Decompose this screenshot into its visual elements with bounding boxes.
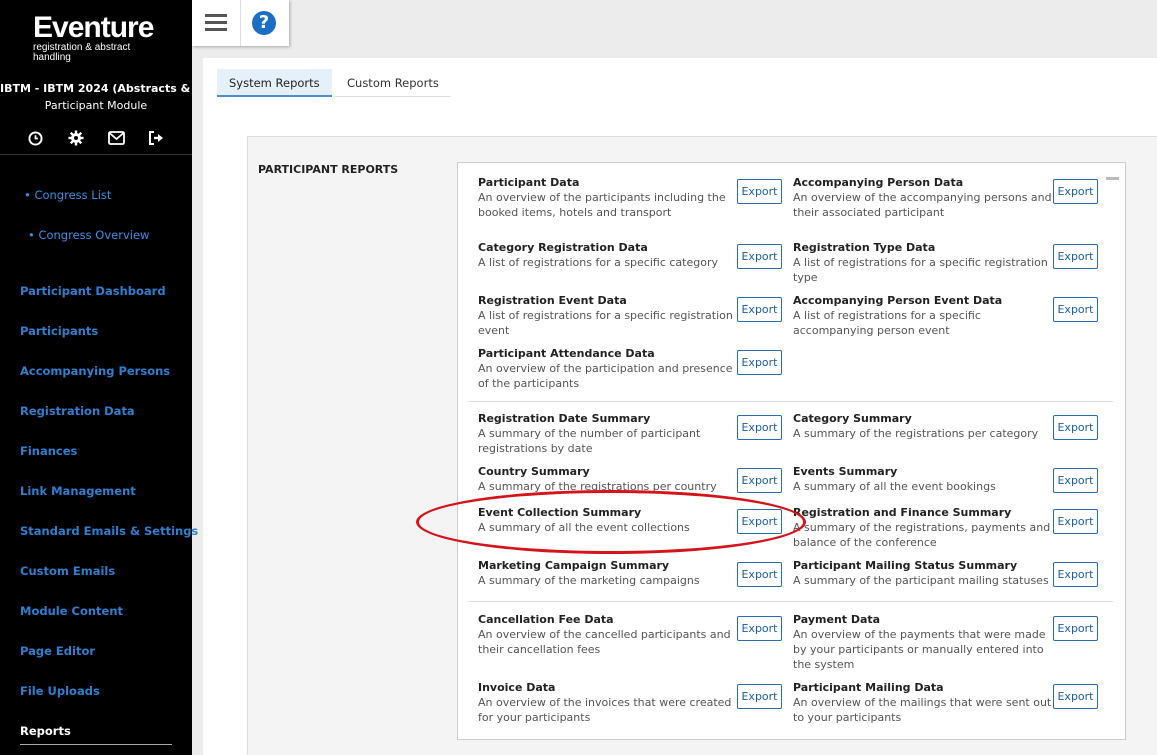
export-button[interactable]: Export [1053, 415, 1098, 440]
module-name: Participant Module [44, 99, 148, 112]
report-description: A list of registrations for a specific c… [478, 256, 718, 269]
logout-icon[interactable] [146, 128, 166, 148]
sidebar-link-custom-emails[interactable]: Custom Emails [20, 564, 115, 578]
sidebar-link-registration-data[interactable]: Registration Data [20, 404, 135, 418]
clock-icon[interactable] [25, 128, 45, 148]
section-title: PARTICIPANT REPORTS [258, 163, 399, 176]
logo[interactable]: Eventure registration & abstract handlin… [33, 12, 163, 63]
sidebar-link-participants[interactable]: Participants [20, 324, 98, 338]
active-link-underline [20, 744, 172, 745]
group-separator [469, 601, 1113, 602]
help-icon[interactable]: ? [252, 11, 276, 35]
report-description: An overview of the participants includin… [478, 191, 726, 219]
report-description: A summary of the registrations, payments… [793, 521, 1051, 549]
report-description: An overview of the cancelled participant… [478, 628, 731, 656]
export-button[interactable]: Export [737, 616, 782, 641]
report-description: A summary of the marketing campaigns [478, 574, 700, 587]
sidebar-link-link-management[interactable]: Link Management [20, 484, 136, 498]
sidebar-link-reports[interactable]: Reports [20, 724, 71, 738]
hamburger-menu-icon[interactable] [205, 14, 227, 32]
report-description: An overview of the accompanying persons … [793, 191, 1052, 219]
sidebar: Eventure registration & abstract handlin… [0, 0, 198, 755]
report-description: An overview of the invoices that were cr… [478, 696, 732, 724]
report-description: A list of registrations for a specific r… [793, 256, 1048, 284]
group-separator [469, 401, 1113, 402]
export-button[interactable]: Export [1053, 509, 1098, 534]
export-button[interactable]: Export [1053, 297, 1098, 322]
export-button[interactable]: Export [737, 509, 782, 534]
sidebar-icon-bar [0, 128, 192, 148]
export-button[interactable]: Export [737, 244, 782, 269]
export-button[interactable]: Export [1053, 179, 1098, 204]
report-description: An overview of the mailings that were se… [793, 696, 1052, 724]
export-button[interactable]: Export [1053, 468, 1098, 493]
export-button[interactable]: Export [1053, 562, 1098, 587]
reports-area: PARTICIPANT REPORTS Participant Data An … [247, 136, 1157, 755]
export-button[interactable]: Export [737, 415, 782, 440]
sidebar-divider [0, 154, 192, 155]
export-button[interactable]: Export [1053, 244, 1098, 269]
topbar-separator [240, 0, 241, 46]
report-description: An overview of the payments that were ma… [793, 628, 1046, 671]
report-description: An overview of the participation and pre… [478, 362, 733, 390]
report-list: Participant Data An overview of the part… [457, 162, 1126, 740]
sidebar-link-standard-emails[interactable]: Standard Emails & Settings [20, 524, 198, 538]
report-description: A list of registrations for a specific a… [793, 309, 981, 337]
sidebar-link-page-editor[interactable]: Page Editor [20, 644, 95, 658]
tab-system-reports[interactable]: System Reports [217, 69, 332, 97]
sidebar-link-finances[interactable]: Finances [20, 444, 77, 458]
logo-subtitle: registration & abstract handling [33, 42, 131, 63]
report-description: A summary of the registrations per categ… [793, 427, 1039, 440]
report-description: A summary of the registrations per count… [478, 480, 717, 493]
report-description: A summary of all the event bookings [793, 480, 996, 493]
logo-title: Eventure [33, 11, 154, 44]
report-description: A list of registrations for a specific r… [478, 309, 733, 337]
report-description: A summary of the number of participant r… [478, 427, 701, 455]
export-button[interactable]: Export [737, 350, 782, 375]
sidebar-link-module-content[interactable]: Module Content [20, 604, 123, 618]
sidebar-link-participant-dashboard[interactable]: Participant Dashboard [20, 284, 166, 298]
export-button[interactable]: Export [737, 468, 782, 493]
congress-name: IBTM - IBTM 2024 (Abstracts & Par... [0, 82, 192, 95]
sidebar-link-accompanying-persons[interactable]: Accompanying Persons [20, 364, 170, 378]
main-panel: System Reports Custom Reports PARTICIPAN… [203, 58, 1157, 755]
sidebar-link-congress-list[interactable]: • Congress List [24, 188, 111, 202]
report-description: A summary of the participant mailing sta… [793, 574, 1049, 587]
tab-custom-reports[interactable]: Custom Reports [335, 69, 451, 97]
export-button[interactable]: Export [1053, 616, 1098, 641]
topbar: ? [192, 0, 289, 46]
export-button[interactable]: Export [737, 297, 782, 322]
sidebar-link-file-uploads[interactable]: File Uploads [20, 684, 100, 698]
gear-icon[interactable] [66, 128, 86, 148]
mail-icon[interactable] [106, 128, 126, 148]
report-description: A summary of all the event collections [478, 521, 690, 534]
export-button[interactable]: Export [737, 684, 782, 709]
export-button[interactable]: Export [737, 179, 782, 204]
export-button[interactable]: Export [1053, 684, 1098, 709]
sidebar-link-congress-overview[interactable]: • Congress Overview [28, 228, 149, 242]
export-button[interactable]: Export [737, 562, 782, 587]
